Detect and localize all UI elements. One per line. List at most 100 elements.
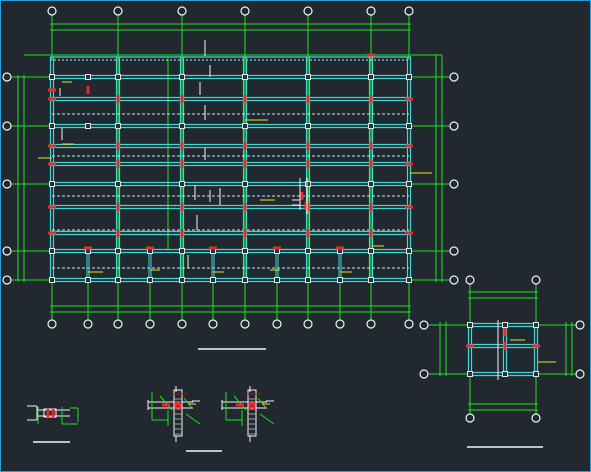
column — [242, 248, 248, 254]
axis-bubble-left — [419, 369, 429, 379]
axis-bubble-bottom — [404, 319, 414, 329]
beam-section-mark — [306, 160, 310, 168]
axis-bubble-bottom — [113, 319, 123, 329]
beam-section-mark — [243, 160, 247, 168]
beam-section-mark — [248, 401, 252, 409]
axis-bubble-top — [47, 6, 57, 16]
axis-bubble-top — [531, 275, 541, 285]
detail-line — [185, 413, 201, 425]
column — [242, 74, 248, 80]
beam-section-mark — [48, 97, 56, 101]
axis-bubble-left — [2, 179, 12, 189]
column — [115, 277, 121, 283]
beam-section-mark — [369, 95, 373, 103]
axis-bubble-bottom — [240, 319, 250, 329]
beam-section-mark — [48, 205, 56, 209]
axis-bubble-bottom — [303, 319, 313, 329]
column — [406, 248, 412, 254]
axis-bubble-top — [366, 6, 376, 16]
column — [115, 74, 121, 80]
beam-section-mark — [243, 95, 247, 103]
column — [406, 277, 412, 283]
beam-section-mark — [367, 53, 375, 57]
column — [179, 74, 185, 80]
axis-bubble-top — [404, 6, 414, 16]
column — [305, 181, 311, 187]
beam-section-mark — [116, 95, 120, 103]
beam-section-mark — [180, 95, 184, 103]
column — [179, 181, 185, 187]
column — [49, 277, 55, 283]
beam-section-mark — [146, 246, 154, 250]
beam-section-mark — [273, 246, 281, 250]
column — [406, 74, 412, 80]
axis-bubble-left — [2, 121, 12, 131]
beam-section-mark — [180, 229, 184, 237]
column — [502, 322, 508, 328]
column — [147, 277, 153, 283]
column — [242, 123, 248, 129]
beam-section-mark — [180, 160, 184, 168]
beam-section-mark — [209, 246, 217, 250]
detail-views — [27, 386, 275, 452]
cad-drawing-canvas[interactable] — [0, 0, 591, 472]
beam-section-mark — [180, 142, 184, 150]
beam-section-mark — [178, 401, 182, 409]
axis-bubble-bottom — [47, 319, 57, 329]
axis-bubble-top — [240, 6, 250, 16]
column — [49, 248, 55, 254]
beam-section-mark — [503, 342, 507, 350]
beam-section-mark — [236, 403, 244, 407]
beam-section-mark — [306, 95, 310, 103]
column — [115, 123, 121, 129]
column — [368, 74, 374, 80]
column — [85, 123, 91, 129]
beam-section-mark — [405, 205, 413, 209]
axis-bubble-right — [449, 121, 459, 131]
axis-bubble-bottom — [177, 319, 187, 329]
column — [85, 74, 91, 80]
axis-bubble-right — [449, 275, 459, 285]
column — [406, 123, 412, 129]
column — [368, 123, 374, 129]
beam-section-mark — [243, 203, 247, 211]
beam-section-mark — [369, 142, 373, 150]
detail-line — [257, 397, 267, 409]
beam-section-mark — [369, 160, 373, 168]
axis-bubble-left — [2, 72, 12, 82]
axis-bubble-right — [575, 320, 585, 330]
axis-bubble-left — [2, 246, 12, 256]
column — [502, 371, 508, 377]
beam-section-mark — [51, 409, 55, 417]
beam-section-mark — [466, 344, 474, 348]
column — [49, 74, 55, 80]
axis-bubble-top — [177, 6, 187, 16]
beam-section-mark — [48, 162, 56, 166]
beam-section-mark — [369, 203, 373, 211]
column — [274, 277, 280, 283]
beam-section-mark — [243, 142, 247, 150]
beam-section-mark — [252, 401, 256, 409]
axis-bubble-right — [449, 72, 459, 82]
detail-line — [259, 413, 275, 425]
axis-bubble-bottom — [145, 319, 155, 329]
column — [85, 277, 91, 283]
axis-bubble-bottom — [531, 413, 541, 423]
column — [305, 248, 311, 254]
beam-section-mark — [48, 88, 56, 92]
beam-section-mark — [46, 409, 50, 417]
column — [305, 123, 311, 129]
column — [533, 322, 539, 328]
beam-section-mark — [180, 203, 184, 211]
axis-bubble-top — [465, 275, 475, 285]
column — [49, 123, 55, 129]
axis-bubble-bottom — [465, 413, 475, 423]
axis-bubble-bottom — [366, 319, 376, 329]
column — [179, 123, 185, 129]
column — [210, 277, 216, 283]
main-floor-plan — [2, 6, 459, 350]
column — [368, 248, 374, 254]
axis-bubble-left — [419, 320, 429, 330]
axis-bubble-right — [575, 369, 585, 379]
axis-bubble-bottom — [83, 319, 93, 329]
